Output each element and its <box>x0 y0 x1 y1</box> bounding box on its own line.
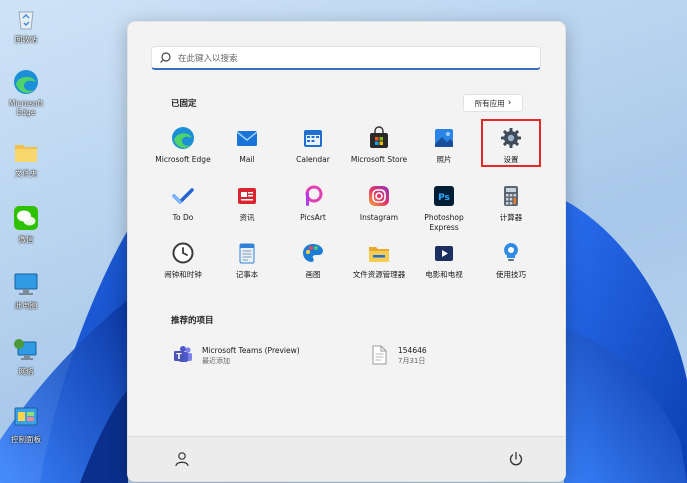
pinned-app-file-explorer[interactable]: 文件资源管理器 <box>346 241 412 280</box>
all-apps-label: 所有应用 <box>474 98 505 108</box>
picsart-icon <box>305 185 323 206</box>
desktop-icon-label: 网络 <box>18 367 34 376</box>
instagram-icon <box>369 186 389 206</box>
desktop-icon-label: 文件夹 <box>14 169 38 178</box>
chevron-right-icon: › <box>507 98 512 108</box>
desktop-icon-wechat[interactable]: 微信 <box>2 204 50 244</box>
pinned-app-todo[interactable]: To Do <box>150 184 216 223</box>
app-label: 记事本 <box>235 270 259 279</box>
app-label: 使用技巧 <box>496 270 526 279</box>
recommended-item-name: Microsoft Teams (Preview) <box>202 345 300 355</box>
desktop-icon-label: 微信 <box>18 235 34 244</box>
control-panel-icon <box>14 407 38 426</box>
app-label: PicsArt <box>300 213 326 222</box>
pinned-app-calculator[interactable]: 计算器 <box>478 184 544 223</box>
desktop-icon-edge[interactable]: Microsoft Edge <box>2 68 50 117</box>
start-menu: 在此键入以搜索 已固定 所有应用 › Microsoft Edge Mail C… <box>127 21 566 482</box>
mail-icon <box>236 131 258 146</box>
recommended-title: 推荐的项目 <box>171 316 214 326</box>
pinned-app-mail[interactable]: Mail <box>214 126 280 165</box>
movies-icon <box>435 246 453 261</box>
photos-icon <box>435 129 453 147</box>
desktop-icon-label: 控制面板 <box>11 435 41 444</box>
pinned-app-notepad[interactable]: 记事本 <box>214 241 280 280</box>
app-label: 资讯 <box>239 213 255 222</box>
wechat-icon <box>14 206 38 230</box>
app-label: 画图 <box>305 270 321 279</box>
pinned-app-photos[interactable]: 照片 <box>411 126 477 165</box>
computer-icon <box>14 273 38 295</box>
pinned-app-picsart[interactable]: PicsArt <box>280 184 346 223</box>
desktop-icon-control-panel[interactable]: 控制面板 <box>2 404 50 444</box>
paint-icon <box>303 244 323 262</box>
recommended-item-teams[interactable]: T Microsoft Teams (Preview) 最近添加 <box>172 344 300 366</box>
app-label: 照片 <box>436 155 452 164</box>
pinned-app-movies[interactable]: 电影和电视 <box>411 241 477 280</box>
todo-icon <box>172 188 194 204</box>
all-apps-button[interactable]: 所有应用 › <box>463 94 523 112</box>
app-label: 电影和电视 <box>425 270 463 279</box>
user-icon[interactable] <box>172 449 192 469</box>
app-label: 文件资源管理器 <box>352 270 406 279</box>
recommended-item-subtitle: 最近添加 <box>202 356 230 365</box>
notepad-icon <box>239 243 255 264</box>
desktop-icon-label: 此电脑 <box>14 301 38 310</box>
svg-text:Ps: Ps <box>438 193 450 203</box>
pinned-app-calendar[interactable]: Calendar <box>280 126 346 165</box>
recommended-item-document[interactable]: 154646 7月31日 <box>368 344 427 366</box>
search-box[interactable]: 在此键入以搜索 <box>151 46 541 70</box>
photoshop-icon: Ps <box>434 186 454 206</box>
search-input[interactable]: 在此键入以搜索 <box>178 52 238 64</box>
recycle-bin-icon <box>18 11 34 30</box>
app-label: Microsoft Store <box>350 155 408 164</box>
pinned-app-photoshop[interactable]: Ps Photoshop Express <box>411 184 477 233</box>
desktop-icon-computer[interactable]: 此电脑 <box>2 270 50 310</box>
app-label: Instagram <box>359 213 399 222</box>
pinned-app-tips[interactable]: 使用技巧 <box>478 241 544 280</box>
svg-text:T: T <box>176 352 182 361</box>
desktop-icon-label: 回收站 <box>14 35 38 44</box>
settings-highlight-box <box>481 119 541 167</box>
folder-icon <box>15 145 37 162</box>
app-label: To Do <box>172 213 194 222</box>
start-menu-footer <box>128 436 565 481</box>
network-icon <box>14 339 37 360</box>
document-icon <box>372 345 387 365</box>
app-label: Mail <box>239 155 255 164</box>
recommended-item-name: 154646 <box>398 345 427 355</box>
calculator-icon <box>504 186 518 206</box>
recommended-item-subtitle: 7月31日 <box>398 356 426 365</box>
desktop-icon-network[interactable]: 网络 <box>2 336 50 376</box>
pinned-app-paint[interactable]: 画图 <box>280 241 346 280</box>
pinned-app-clock[interactable]: 闹钟和时钟 <box>150 241 216 280</box>
desktop-icon-recycle-bin[interactable]: 回收站 <box>2 4 50 44</box>
edge-icon <box>172 127 194 149</box>
pinned-app-instagram[interactable]: Instagram <box>346 184 412 223</box>
teams-icon: T <box>174 346 192 362</box>
store-icon <box>370 126 388 148</box>
pinned-app-news[interactable]: 资讯 <box>214 184 280 223</box>
app-label: Calendar <box>296 155 330 164</box>
file-explorer-icon <box>369 247 389 262</box>
app-label: Microsoft Edge <box>155 155 211 164</box>
desktop-icon-folder[interactable]: 文件夹 <box>2 138 50 178</box>
app-label: Photoshop Express <box>424 213 464 232</box>
pinned-title: 已固定 <box>171 99 197 109</box>
power-icon[interactable] <box>506 449 526 469</box>
edge-icon <box>14 70 38 94</box>
app-label: 计算器 <box>499 213 523 222</box>
clock-icon <box>172 242 194 264</box>
desktop-icon-label: Microsoft Edge <box>8 99 44 117</box>
search-icon <box>160 51 171 63</box>
tips-icon <box>504 243 518 261</box>
pinned-app-store[interactable]: Microsoft Store <box>346 126 412 165</box>
app-label: 闹钟和时钟 <box>164 270 202 279</box>
news-icon <box>238 188 256 204</box>
calendar-icon <box>304 130 322 147</box>
pinned-app-edge[interactable]: Microsoft Edge <box>150 126 216 165</box>
